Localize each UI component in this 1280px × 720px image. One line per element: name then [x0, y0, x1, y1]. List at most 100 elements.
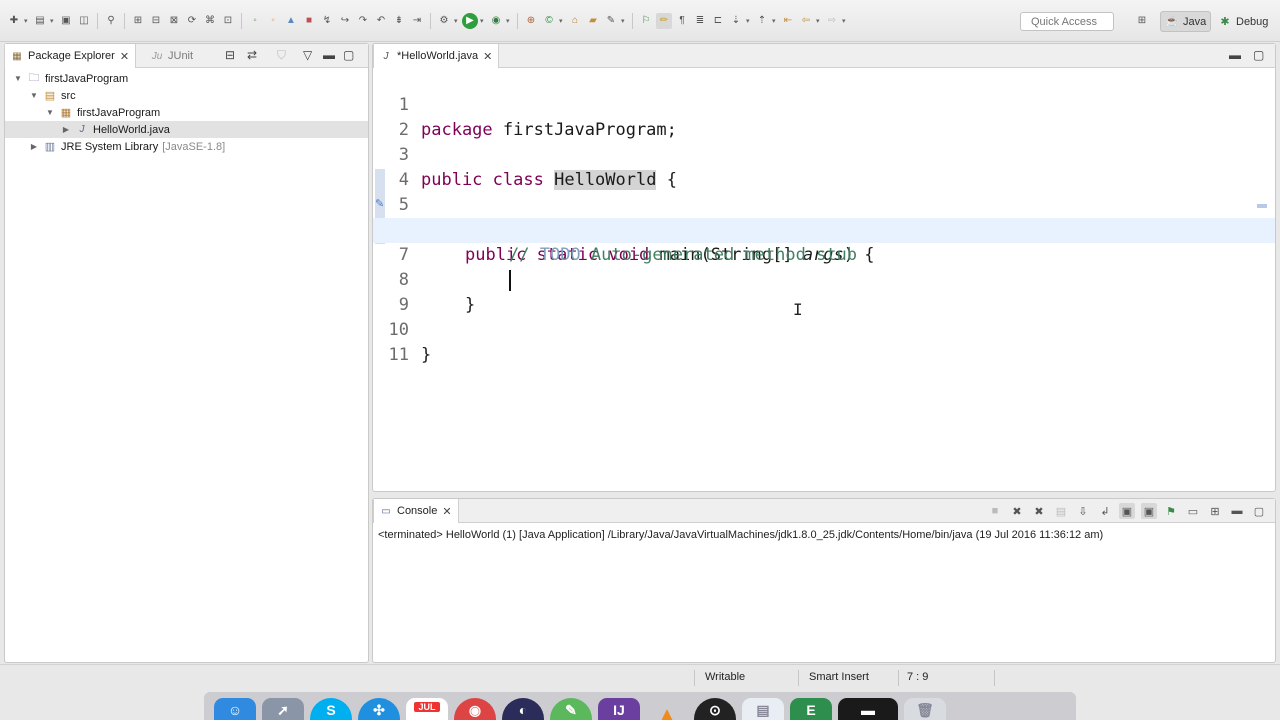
save-icon[interactable]: ▣ [58, 13, 74, 29]
toggle-icon[interactable]: ⊡ [220, 13, 236, 29]
tree-item-jre[interactable]: ▶ ▥ JRE System Library [JavaSE-1.8] [5, 138, 368, 155]
next-annotation-dropdown-icon[interactable]: ▾ [746, 17, 752, 25]
link-with-editor-icon[interactable]: ⇄ [247, 48, 257, 62]
finder-icon[interactable]: ☺ [214, 698, 256, 720]
open-icon[interactable]: ▤ [32, 13, 48, 29]
status-insert-mode[interactable]: Smart Insert [809, 671, 869, 683]
intellij-icon[interactable]: IJ [598, 698, 640, 720]
new-class-dropdown-icon[interactable]: ▾ [559, 17, 565, 25]
open-folder-icon[interactable]: ▰ [585, 13, 601, 29]
remove-launch-icon[interactable]: ✖ [1009, 503, 1025, 519]
coverage-dropdown-icon[interactable]: ▾ [506, 17, 512, 25]
new-class-icon[interactable]: © [541, 13, 557, 29]
skype-icon[interactable]: S [310, 698, 352, 720]
maximize-icon[interactable]: ▢ [1253, 48, 1264, 62]
run-dropdown-icon[interactable]: ▾ [480, 17, 486, 25]
terminal-window-icon[interactable]: ▬ [838, 698, 898, 720]
view-menu-icon[interactable]: ▽ [303, 48, 312, 62]
forward-dropdown-icon[interactable]: ▾ [842, 17, 848, 25]
tab-console[interactable]: ▭ Console ✕ [373, 499, 459, 523]
step-icon[interactable]: ◦ [265, 13, 281, 29]
remove-all-terminated-icon[interactable]: ✖ [1031, 503, 1047, 519]
build-icon[interactable]: ⊞ [130, 13, 146, 29]
resume-icon[interactable]: ↪ [337, 13, 353, 29]
debug-gear-icon[interactable]: ⚙ [436, 13, 452, 29]
launchpad-icon[interactable]: ➚ [262, 698, 304, 720]
terminal-icon[interactable]: E [790, 698, 832, 720]
tab-package-explorer[interactable]: ▦ Package Explorer ✕ [4, 44, 137, 68]
word-wrap-icon[interactable]: ↲ [1097, 503, 1113, 519]
new-icon[interactable]: ✚ [6, 13, 22, 29]
prev-annotation-dropdown-icon[interactable]: ▾ [772, 17, 778, 25]
tab-junit[interactable]: Ju JUnit [145, 44, 199, 68]
prev-annotation-icon[interactable]: ⇡ [754, 13, 770, 29]
perspective-debug[interactable]: ✱ Debug [1214, 11, 1272, 32]
display-console-icon[interactable]: ▭ [1185, 503, 1201, 519]
external-tools-icon[interactable]: ⊕ [523, 13, 539, 29]
github-icon[interactable]: ⊙ [694, 698, 736, 720]
eclipse-icon[interactable]: ◐ [502, 698, 544, 720]
stop-icon[interactable]: ■ [301, 13, 317, 29]
forward-icon[interactable]: ⇨ [824, 13, 840, 29]
minimize-icon[interactable]: ▬ [323, 48, 335, 62]
close-icon[interactable]: ✕ [483, 50, 492, 63]
disconnect-icon[interactable]: ↯ [319, 13, 335, 29]
build-all-icon[interactable]: ⊟ [148, 13, 164, 29]
maximize-icon[interactable]: ▢ [343, 48, 354, 62]
close-icon[interactable]: ✕ [120, 50, 129, 63]
breakpoint-icon[interactable]: ◦ [247, 13, 263, 29]
expanded-arrow-icon[interactable]: ▼ [13, 74, 23, 83]
open-perspective-icon[interactable]: ⊞ [1134, 13, 1150, 29]
quick-access-input[interactable] [1020, 12, 1114, 31]
tree-item-project[interactable]: ▼ 🗀 firstJavaProgram [5, 70, 368, 87]
last-edit-icon[interactable]: ⇤ [780, 13, 796, 29]
collapse-all-icon[interactable]: ⊟ [225, 48, 235, 62]
maximize-icon[interactable]: ▢ [1251, 503, 1267, 519]
highlight-icon[interactable]: ✏ [656, 13, 672, 29]
expanded-arrow-icon[interactable]: ▼ [45, 108, 55, 117]
new-dropdown-icon[interactable]: ▾ [24, 17, 30, 25]
close-icon[interactable]: ✕ [442, 505, 451, 518]
collapsed-arrow-icon[interactable]: ▶ [29, 142, 39, 151]
back-dropdown-icon[interactable]: ▾ [816, 17, 822, 25]
search-icon[interactable]: ⚲ [103, 13, 119, 29]
expanded-arrow-icon[interactable]: ▼ [29, 91, 39, 100]
whitespace-icon[interactable]: ¶ [674, 13, 690, 29]
overview-ruler-marker[interactable] [1257, 204, 1267, 208]
step-return-icon[interactable]: ↶ [373, 13, 389, 29]
chrome-icon[interactable]: ◉ [454, 698, 496, 720]
debug-dropdown-icon[interactable]: ▾ [454, 17, 460, 25]
preview-icon[interactable]: ▤ [742, 698, 784, 720]
edit-icon[interactable]: ✎ [603, 13, 619, 29]
evernote-icon[interactable]: ✎ [550, 698, 592, 720]
vlc-icon[interactable]: ▲ [646, 698, 688, 720]
filter-icon[interactable]: ⛉ [277, 48, 286, 62]
back-icon[interactable]: ⇦ [798, 13, 814, 29]
perspective-java[interactable]: ☕ Java [1160, 11, 1212, 32]
clear-console-icon[interactable]: ▤ [1053, 503, 1069, 519]
scroll-lock-icon[interactable]: ⇩ [1075, 503, 1091, 519]
terminate-icon[interactable]: ■ [987, 503, 1003, 519]
minimize-icon[interactable]: ▬ [1229, 48, 1241, 62]
drop-frame-icon[interactable]: ⇟ [391, 13, 407, 29]
open-console-icon[interactable]: ⊞ [1207, 503, 1223, 519]
coverage-icon[interactable]: ◉ [488, 13, 504, 29]
open-type-icon[interactable]: ⌂ [567, 13, 583, 29]
open-dropdown-icon[interactable]: ▾ [50, 17, 56, 25]
collapsed-arrow-icon[interactable]: ▶ [61, 125, 71, 134]
show-on-error-icon[interactable]: ▣ [1141, 503, 1157, 519]
tree-item-package[interactable]: ▼ ▦ firstJavaProgram [5, 104, 368, 121]
block-selection-icon[interactable]: ⊏ [710, 13, 726, 29]
link-icon[interactable]: ⌘ [202, 13, 218, 29]
edit-dropdown-icon[interactable]: ▾ [621, 17, 627, 25]
step-into-icon[interactable]: ▲ [283, 13, 299, 29]
calendar-icon[interactable]: JUL [406, 698, 448, 720]
clean-icon[interactable]: ⊠ [166, 13, 182, 29]
trash-icon[interactable]: 🗑 [904, 698, 946, 720]
pin-console-icon[interactable]: ⚑ [1163, 503, 1179, 519]
tree-item-src[interactable]: ▼ ▤ src [5, 87, 368, 104]
refresh-icon[interactable]: ⟳ [184, 13, 200, 29]
run-icon[interactable]: ▶ [462, 13, 478, 29]
show-on-output-icon[interactable]: ▣ [1119, 503, 1135, 519]
minimize-icon[interactable]: ▬ [1229, 503, 1245, 519]
